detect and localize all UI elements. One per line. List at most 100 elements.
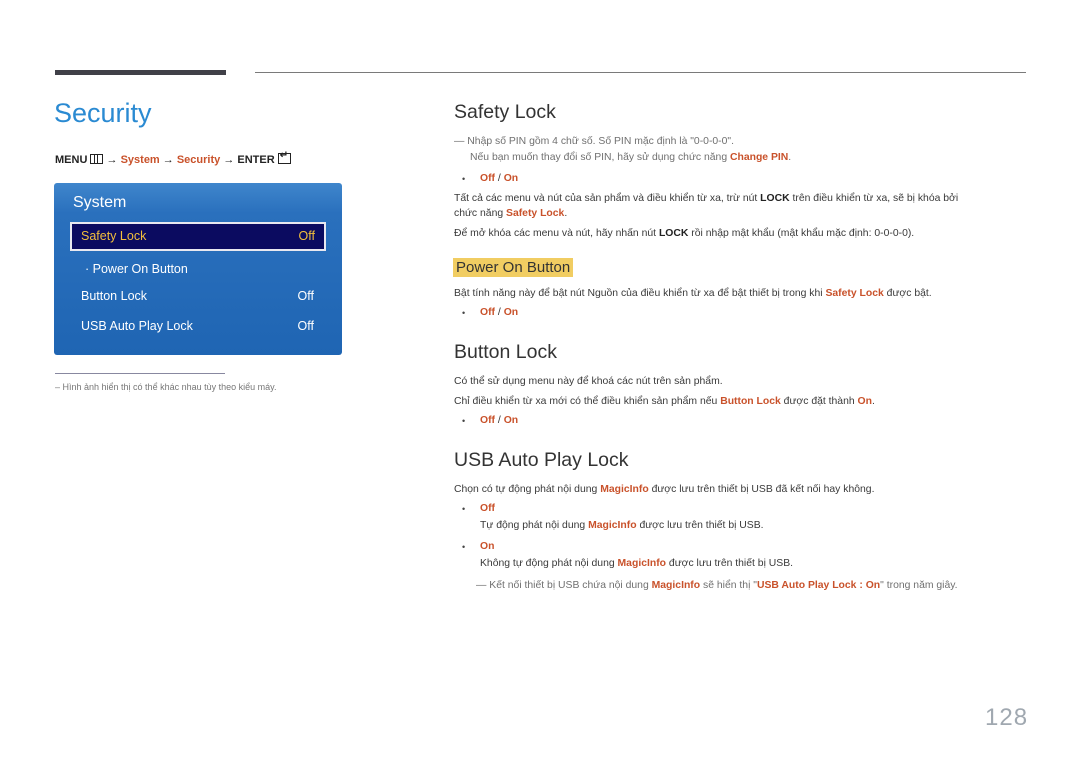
option-sep: / bbox=[495, 173, 504, 184]
text: Tất cả các menu và nút của sản phẩm và đ… bbox=[454, 193, 761, 204]
note-change-pin: Nếu bạn muốn thay đổi số PIN, hãy sử dụn… bbox=[470, 152, 791, 163]
safety-lock-desc-1: Tất cả các menu và nút của sản phẩm và đ… bbox=[454, 193, 958, 204]
text: Chọn có tự động phát nội dung bbox=[454, 484, 601, 495]
text: được bật. bbox=[883, 288, 932, 299]
bullet: • bbox=[462, 174, 466, 184]
header-rule-thin bbox=[255, 72, 1026, 73]
option-on: On bbox=[503, 307, 519, 318]
magicinfo-ref: MagicInfo bbox=[651, 580, 701, 591]
path-arrow: → bbox=[223, 154, 235, 166]
menu-label: MENU bbox=[55, 154, 88, 166]
osd-item-label: USB Auto Play Lock bbox=[81, 319, 193, 333]
osd-item-power-on-button[interactable]: · Power On Button bbox=[85, 262, 314, 276]
safety-lock-desc-1b: chức năng Safety Lock. bbox=[454, 208, 567, 219]
note-dash: — bbox=[454, 136, 465, 147]
change-pin-link: Change PIN bbox=[729, 152, 789, 163]
text: " trong năm giây. bbox=[880, 580, 958, 591]
usb-note: — Kết nối thiết bị USB chứa nội dung Mag… bbox=[476, 580, 958, 591]
footnote: – Hình ảnh hiển thị có thể khác nhau tùy… bbox=[55, 382, 277, 392]
enter-icon bbox=[277, 150, 291, 164]
text: Bật tính năng này để bật nút Nguồn của đ… bbox=[454, 288, 826, 299]
button-lock-ref: Button Lock bbox=[720, 396, 781, 407]
osd-item-usb-auto-play-lock[interactable]: USB Auto Play Lock Off bbox=[81, 319, 314, 333]
magicinfo-ref: MagicInfo bbox=[617, 558, 667, 569]
path-system: System bbox=[120, 154, 160, 166]
lock-key: LOCK bbox=[658, 228, 689, 239]
period: . bbox=[871, 396, 875, 407]
enter-label: ENTER bbox=[237, 154, 275, 166]
lock-key: LOCK bbox=[760, 193, 790, 204]
section-heading-safety-lock: Safety Lock bbox=[454, 101, 556, 123]
osd-title: System bbox=[73, 194, 127, 211]
path-security: Security bbox=[176, 154, 221, 166]
text: trên điều khiển từ xa, sẽ bị khóa bởi bbox=[789, 193, 959, 204]
on-ref: On bbox=[857, 396, 872, 407]
osd-item-value: Off bbox=[298, 229, 315, 243]
path-arrow: → bbox=[106, 154, 118, 166]
path-arrow: → bbox=[162, 154, 174, 166]
text: được lưu trên thiết bị USB đã kết nối ha… bbox=[648, 484, 875, 495]
text: sẽ hiển thị " bbox=[700, 580, 757, 591]
section-heading-power-on-button: Power On Button bbox=[453, 258, 574, 277]
option-sep: / bbox=[495, 307, 504, 318]
note-text: Nếu bạn muốn thay đổi số PIN, hãy sử dụn… bbox=[470, 152, 730, 163]
footnote-rule bbox=[55, 373, 225, 374]
safety-lock-ref: Safety Lock bbox=[506, 208, 565, 219]
magicinfo-ref: MagicInfo bbox=[588, 520, 637, 531]
osd-item-label: · Power On Button bbox=[85, 262, 188, 276]
header-rule-thick bbox=[55, 70, 226, 75]
menu-path: MENU → System → Security → ENTER bbox=[55, 150, 291, 166]
button-lock-desc-2: Chỉ điều khiển từ xa mới có thể điều khi… bbox=[454, 396, 875, 407]
note-pin: — Nhập số PIN gồm 4 chữ số. Số PIN mặc đ… bbox=[454, 136, 734, 147]
option-off: Off bbox=[480, 173, 496, 184]
bullet: • bbox=[462, 504, 466, 514]
text: Chỉ điều khiển từ xa mới có thể điều khi… bbox=[454, 396, 721, 407]
text: Tự động phát nội dung bbox=[480, 520, 589, 531]
bullet: • bbox=[462, 416, 466, 426]
option-off-on: Off / On bbox=[480, 415, 518, 426]
usb-lock-message: USB Auto Play Lock : On bbox=[756, 580, 881, 591]
option-off-on: Off / On bbox=[480, 307, 518, 318]
note-dash: — bbox=[476, 580, 490, 591]
bullet: • bbox=[462, 542, 466, 552]
option-off-on: Off / On bbox=[480, 173, 518, 184]
option-on: On bbox=[503, 173, 519, 184]
option-on: On bbox=[480, 541, 495, 552]
osd-item-safety-lock[interactable]: Safety Lock Off bbox=[70, 222, 326, 251]
text: được lưu trên thiết bị USB. bbox=[636, 520, 764, 531]
option-on-desc: Không tự động phát nội dung MagicInfo đư… bbox=[480, 558, 793, 569]
text: rồi nhập mật khẩu (mật khẩu mặc định: 0-… bbox=[688, 228, 915, 239]
usb-desc: Chọn có tự động phát nội dung MagicInfo … bbox=[454, 484, 874, 495]
osd-item-label: Safety Lock bbox=[81, 229, 147, 243]
text: được lưu trên thiết bị USB. bbox=[666, 558, 794, 569]
osd-item-button-lock[interactable]: Button Lock Off bbox=[81, 289, 314, 303]
section-heading-button-lock: Button Lock bbox=[454, 341, 557, 363]
section-heading-usb-auto-play-lock: USB Auto Play Lock bbox=[454, 449, 629, 471]
bullet: • bbox=[462, 308, 466, 318]
osd-menu-screenshot: System Safety Lock Off · Power On Button… bbox=[54, 183, 342, 355]
option-off: Off bbox=[480, 307, 496, 318]
text: được đặt thành bbox=[780, 396, 858, 407]
osd-item-value: Off bbox=[297, 289, 314, 303]
text: Để mở khóa các menu và nút, hãy nhấn nút bbox=[454, 228, 659, 239]
safety-lock-desc-2: Để mở khóa các menu và nút, hãy nhấn nút… bbox=[454, 228, 914, 239]
button-lock-desc-1: Có thể sử dụng menu này để khoá các nút … bbox=[454, 376, 723, 387]
note-text: Nhập số PIN gồm 4 chữ số. Số PIN mặc địn… bbox=[467, 136, 734, 147]
period: . bbox=[564, 208, 568, 219]
option-sep: / bbox=[495, 415, 504, 426]
text: chức năng bbox=[454, 208, 507, 219]
option-off: Off bbox=[480, 503, 496, 514]
page-title: Security bbox=[54, 98, 152, 128]
period: . bbox=[788, 152, 792, 163]
osd-item-value: Off bbox=[297, 319, 314, 333]
magicinfo-ref: MagicInfo bbox=[600, 484, 649, 495]
page-number: 128 bbox=[985, 704, 1029, 731]
option-on: On bbox=[503, 415, 519, 426]
text: Không tự động phát nội dung bbox=[480, 558, 618, 569]
option-off: Off bbox=[480, 415, 496, 426]
menu-grid-icon bbox=[90, 154, 104, 164]
option-off-desc: Tự động phát nội dung MagicInfo được lưu… bbox=[480, 520, 764, 531]
text: Kết nối thiết bị USB chứa nội dung bbox=[489, 580, 652, 591]
safety-lock-ref: Safety Lock bbox=[825, 288, 884, 299]
osd-item-label: Button Lock bbox=[81, 289, 148, 303]
